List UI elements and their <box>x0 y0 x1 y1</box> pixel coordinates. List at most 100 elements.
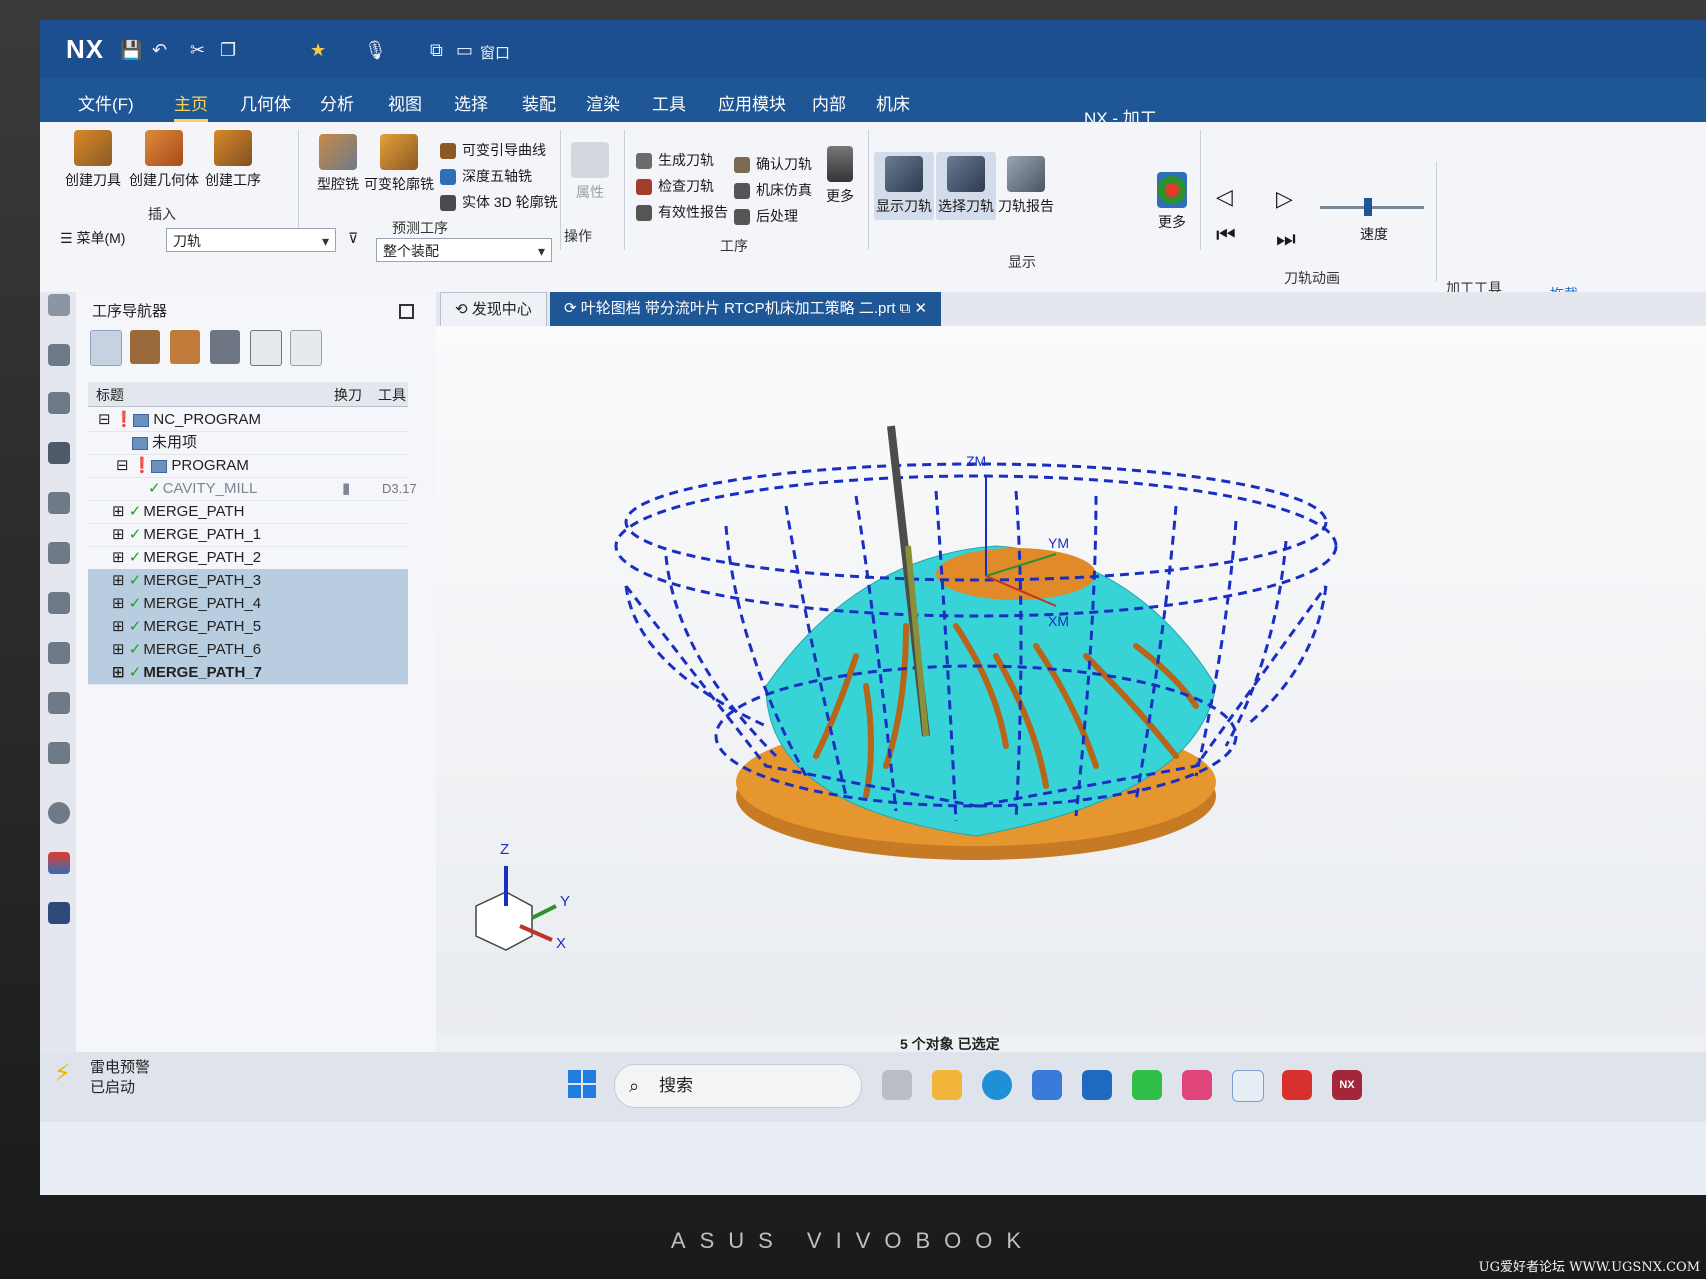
toolpath-report-button[interactable]: 刀轨报告 <box>996 156 1056 216</box>
solid-3d-button[interactable]: 实体 3D 轮廓铣 <box>440 192 558 212</box>
create-operation-button[interactable]: 创建工序 <box>198 130 268 190</box>
speed-slider-thumb[interactable] <box>1364 198 1372 216</box>
impeller-model[interactable]: ZM YM XM Z Y X <box>436 326 1706 1034</box>
store-icon[interactable] <box>1032 1070 1062 1100</box>
column-tool[interactable]: 工具 <box>378 385 406 405</box>
view-triad[interactable]: Z Y X <box>475 841 570 952</box>
assembly-navigator-icon[interactable] <box>48 392 70 414</box>
tree-row-merge-path-2[interactable]: ⊞ ✓ MERGE_PATH_2 <box>88 546 408 570</box>
save-icon[interactable]: 💾 <box>120 40 142 61</box>
menu-tools[interactable]: 工具 <box>652 90 686 115</box>
app-icon[interactable] <box>1232 1070 1264 1102</box>
machine-navigator-icon[interactable] <box>48 542 70 564</box>
table-icon[interactable] <box>48 492 70 514</box>
maximize-icon[interactable] <box>399 304 414 319</box>
tree-row-cavity-mill[interactable]: ✓ CAVITY_MILL ▮ D3.17 <box>88 477 417 501</box>
start-button[interactable] <box>568 1070 598 1100</box>
reuse-library-icon[interactable] <box>48 642 70 664</box>
rewind-icon[interactable]: ⏮ <box>1216 222 1236 248</box>
tree-row-merge-path[interactable]: ⊞ ✓ MERGE_PATH <box>88 500 408 524</box>
tab-part-file[interactable]: ⟳ 叶轮图档 带分流叶片 RTCP机床加工策略 二.prt ⧉ ✕ <box>550 292 942 326</box>
taskbar-search[interactable]: ⌕ 搜索 <box>614 1064 862 1108</box>
menu-render[interactable]: 渲染 <box>586 90 620 115</box>
operation-navigator-icon[interactable] <box>48 442 70 464</box>
palette-icon[interactable] <box>48 852 70 874</box>
tree-row-merge-path-7[interactable]: ⊞ ✓ MERGE_PATH_7 <box>88 661 408 685</box>
history-icon[interactable] <box>48 802 70 824</box>
web-icon[interactable] <box>48 742 70 764</box>
process-studio-icon[interactable] <box>48 902 70 924</box>
tree-row-merge-path-6[interactable]: ⊞ ✓ MERGE_PATH_6 <box>88 638 408 662</box>
file-explorer-icon[interactable] <box>932 1070 962 1100</box>
tree-row-program[interactable]: ⊟ ❗ PROGRAM <box>88 454 408 478</box>
undock-icon[interactable]: ⧉ <box>896 300 911 317</box>
select-toolpath-button[interactable]: 选择刀轨 <box>936 152 996 220</box>
tree-row-unused[interactable]: 未用项 <box>88 431 408 455</box>
method-view-icon[interactable] <box>210 330 240 364</box>
generate-toolpath-button[interactable]: 生成刀轨 <box>636 150 714 170</box>
menu-button[interactable]: ☰ 菜单(M) <box>60 228 125 248</box>
roles-icon[interactable] <box>48 692 70 714</box>
fast-forward-icon[interactable]: ⏭ <box>1276 226 1296 252</box>
menu-home[interactable]: 主页 <box>174 90 208 122</box>
display-more-button[interactable]: 更多 <box>1150 172 1194 232</box>
menu-machine[interactable]: 机床 <box>876 90 910 115</box>
wechat-icon[interactable] <box>1132 1070 1162 1100</box>
cut-icon[interactable]: ✂ <box>190 40 205 61</box>
filter-icon[interactable]: ⊽ <box>348 230 358 247</box>
part-navigator-icon[interactable] <box>48 344 70 366</box>
variable-streamline-button[interactable]: 可变引导曲线 <box>440 140 546 160</box>
nx-taskbar-icon[interactable]: NX <box>1332 1070 1362 1100</box>
operation-more-button[interactable]: 更多 <box>820 146 860 206</box>
outlook-icon[interactable] <box>1082 1070 1112 1100</box>
step-back-icon[interactable]: ◁ <box>1216 184 1233 210</box>
star-icon[interactable]: ★ <box>310 40 326 61</box>
tool-view-icon[interactable] <box>130 330 160 364</box>
menu-view[interactable]: 视图 <box>388 90 422 115</box>
postprocess-button[interactable]: 后处理 <box>734 206 798 226</box>
check-toolpath-button[interactable]: 检查刀轨 <box>636 176 714 196</box>
graphics-window[interactable]: ZM YM XM Z Y X <box>436 326 1706 1034</box>
tree-row-merge-path-3[interactable]: ⊞ ✓ MERGE_PATH_3 <box>88 569 408 593</box>
machine-sim-button[interactable]: 机床仿真 <box>734 180 812 200</box>
menu-geometry[interactable]: 几何体 <box>240 90 291 115</box>
remove-column-icon[interactable] <box>290 330 322 366</box>
window-icon[interactable]: ▭ <box>456 40 473 61</box>
window-menu[interactable]: 窗口 <box>480 42 510 63</box>
add-column-icon[interactable] <box>250 330 282 366</box>
menu-assembly[interactable]: 装配 <box>522 90 556 115</box>
create-geometry-button[interactable]: 创建几何体 <box>124 130 204 190</box>
tree-row-merge-path-1[interactable]: ⊞ ✓ MERGE_PATH_1 <box>88 523 408 547</box>
undo-icon[interactable]: ↶ <box>152 40 167 61</box>
tab-discovery-center[interactable]: ⟲ 发现中心 <box>440 292 547 328</box>
constraint-navigator-icon[interactable] <box>48 592 70 614</box>
geometry-view-icon[interactable] <box>170 330 200 364</box>
cavity-mill-button[interactable]: 型腔铣 <box>310 134 366 194</box>
scope-select[interactable]: 整个装配 <box>376 238 552 263</box>
verify-toolpath-button[interactable]: 确认刀轨 <box>734 154 812 174</box>
task-view-icon[interactable] <box>882 1070 912 1100</box>
validity-report-button[interactable]: 有效性报告 <box>636 202 728 222</box>
column-tool-change[interactable]: 换刀 <box>334 385 362 405</box>
create-tool-button[interactable]: 创建刀具 <box>58 130 128 190</box>
tree-row-merge-path-5[interactable]: ⊞ ✓ MERGE_PATH_5 <box>88 615 408 639</box>
variable-contour-button[interactable]: 可变轮廓铣 <box>362 134 436 194</box>
properties-button[interactable]: 属性 <box>568 142 612 202</box>
speed-slider[interactable] <box>1320 198 1424 216</box>
play-icon[interactable]: ▷ <box>1276 186 1293 212</box>
edge-icon[interactable] <box>982 1070 1012 1100</box>
tree-row-merge-path-4[interactable]: ⊞ ✓ MERGE_PATH_4 <box>88 592 408 616</box>
menu-file[interactable]: 文件(F) <box>78 90 134 115</box>
huawei-icon[interactable] <box>1282 1070 1312 1100</box>
filter-type-select[interactable]: 刀轨 <box>166 228 336 253</box>
column-title[interactable]: 标题 <box>96 385 124 405</box>
menu-internal[interactable]: 内部 <box>812 90 846 115</box>
deep-5axis-button[interactable]: 深度五轴铣 <box>440 166 532 186</box>
microphone-icon[interactable]: 🎙 <box>364 40 387 61</box>
close-icon[interactable]: ✕ <box>910 300 928 317</box>
bilibili-icon[interactable] <box>1182 1070 1212 1100</box>
menu-select[interactable]: 选择 <box>454 90 488 115</box>
gear-icon[interactable] <box>48 294 70 316</box>
tree-row-nc-program[interactable]: ⊟ ❗ NC_PROGRAM <box>88 408 408 432</box>
menu-app-modules[interactable]: 应用模块 <box>718 90 786 115</box>
